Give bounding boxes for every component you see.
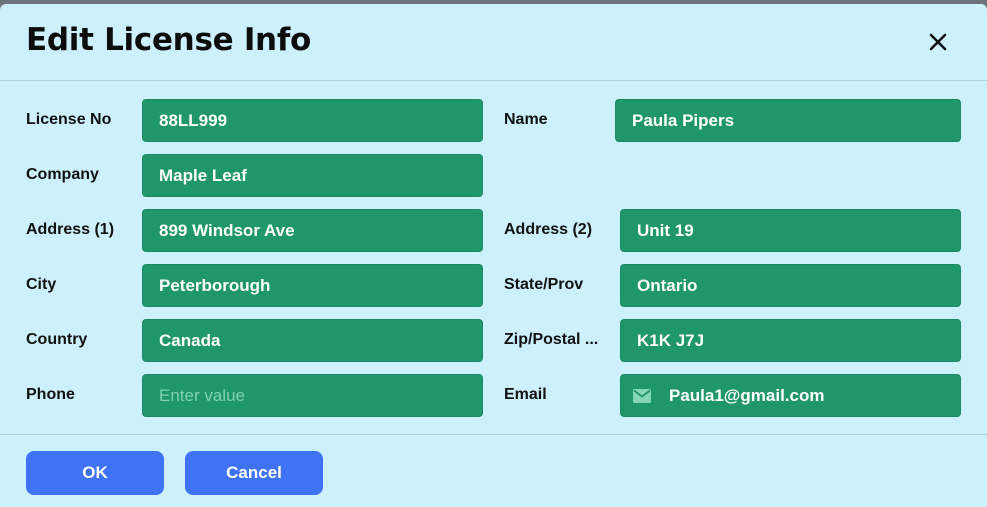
license-no-field[interactable] [142,99,483,142]
city-field[interactable] [142,264,483,307]
email-field[interactable] [659,375,959,416]
address2-field[interactable] [620,209,961,252]
close-icon [929,33,947,51]
dialog-header: Edit License Info [0,4,987,81]
phone-label: Phone [26,386,75,403]
address1-field[interactable] [142,209,483,252]
country-field[interactable] [142,319,483,362]
dialog-title: Edit License Info [26,22,312,58]
address2-label: Address (2) [504,221,593,238]
license-no-label: License No [26,111,112,128]
email-field-container[interactable] [620,374,961,417]
company-label: Company [26,166,99,183]
mail-icon [633,389,651,403]
city-label: City [26,276,57,293]
name-field[interactable] [615,99,961,142]
edit-license-dialog: Edit License Info License No Name Compan… [0,4,987,507]
close-button[interactable] [922,26,954,58]
ok-button[interactable]: OK [26,451,164,495]
company-field[interactable] [142,154,483,197]
address1-label: Address (1) [26,221,115,238]
zip-field[interactable] [620,319,961,362]
cancel-button[interactable]: Cancel [185,451,323,495]
state-field[interactable] [620,264,961,307]
state-label: State/Prov [504,276,584,293]
dialog-footer: OK Cancel [0,434,987,507]
zip-label: Zip/Postal ... [504,331,599,348]
email-label: Email [504,386,547,403]
country-label: Country [26,331,88,348]
phone-field[interactable] [142,374,483,417]
name-label: Name [504,111,548,128]
